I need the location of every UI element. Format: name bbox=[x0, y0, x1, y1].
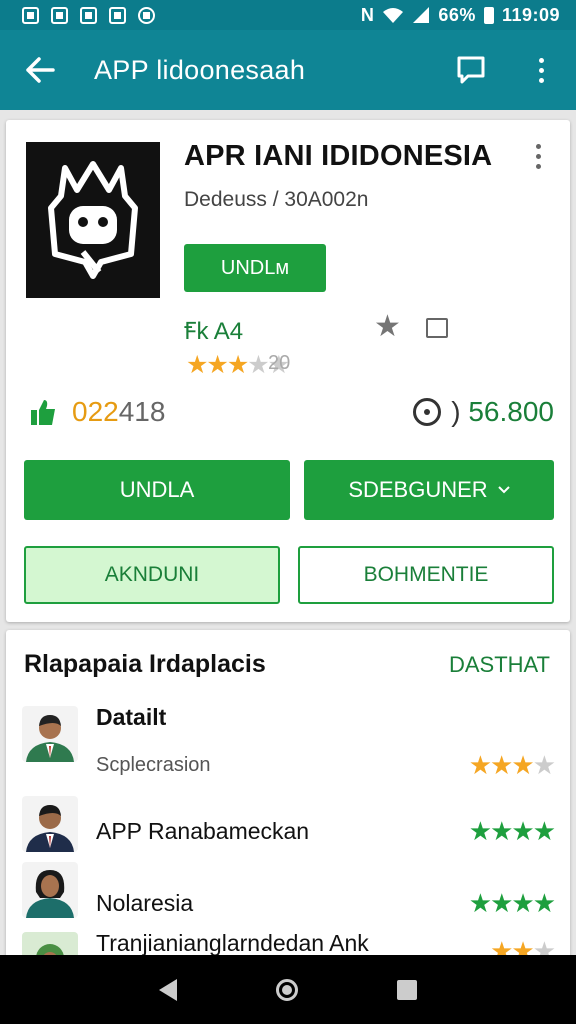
reviewer-name: Nolaresia bbox=[96, 890, 194, 916]
app-logo[interactable] bbox=[26, 142, 160, 298]
review-stars: ★★★★ bbox=[468, 816, 556, 846]
overflow-menu-button[interactable] bbox=[506, 30, 576, 110]
system-icons: N 66% 119:09 bbox=[361, 5, 560, 26]
review-stars: ★★★★ bbox=[468, 888, 556, 918]
more-vert-icon bbox=[538, 57, 544, 83]
back-triangle-icon[interactable] bbox=[159, 978, 178, 1001]
app-developer[interactable]: Dedeuss / 30A002n bbox=[184, 188, 368, 212]
bookmark-icon[interactable] bbox=[426, 318, 448, 338]
install-button-label: UNDLA bbox=[119, 477, 195, 502]
home-circle-icon[interactable] bbox=[275, 978, 298, 1001]
reviewer-name: Datailt bbox=[96, 704, 167, 730]
target-icon bbox=[413, 398, 442, 426]
robot-logo-icon bbox=[48, 161, 138, 279]
notification-icons bbox=[22, 6, 361, 24]
avatar bbox=[22, 862, 78, 918]
battery-icon bbox=[483, 6, 494, 24]
battery-percent: 66% bbox=[438, 4, 476, 25]
install-button[interactable]: UNDLA bbox=[24, 460, 290, 520]
section-title: Rlapapaia Irdaplacis bbox=[24, 650, 266, 678]
avatar bbox=[22, 796, 78, 852]
chat-icon bbox=[457, 56, 485, 84]
system-nav-bar bbox=[0, 955, 576, 1024]
price-stat: ) 56.800 bbox=[413, 396, 554, 428]
thumbs-up-icon bbox=[28, 397, 58, 427]
chat-button[interactable] bbox=[436, 30, 506, 110]
chart-icon bbox=[109, 6, 126, 24]
app-header-card: APR IANI IDIDONESIA Dedeuss / 30A002n UN… bbox=[6, 120, 570, 622]
clock: 119:09 bbox=[501, 4, 560, 25]
price-value: ) 56.800 bbox=[451, 396, 554, 427]
review-subtitle: Scplecrasion bbox=[96, 754, 211, 776]
content-rating: Ꞙk A4 bbox=[184, 318, 244, 345]
edit-icon bbox=[80, 6, 97, 24]
app-toolbar: APP lidoonesaah bbox=[0, 30, 576, 110]
install-small-button[interactable]: UNDLм bbox=[184, 244, 326, 292]
back-button[interactable] bbox=[0, 30, 80, 110]
notification-icon bbox=[138, 6, 155, 24]
downloads-stat: 022418 bbox=[28, 396, 165, 428]
reviewer-name: APP Ranabameckan bbox=[96, 818, 310, 844]
recents-square-icon[interactable] bbox=[396, 979, 417, 1000]
more-vert-icon bbox=[536, 144, 541, 169]
mail-icon bbox=[51, 6, 68, 24]
see-all-link[interactable]: DASTHAT bbox=[449, 652, 550, 678]
toolbar-title: APP lidoonesaah bbox=[94, 54, 306, 85]
secondary-right-button[interactable]: BOHMENTIE bbox=[298, 546, 554, 604]
dropdown-button-label: SDEBGUNER bbox=[348, 477, 488, 502]
star-icon[interactable]: ★ bbox=[374, 312, 401, 342]
secondary-left-button[interactable]: AKNDUNI bbox=[24, 546, 280, 604]
rating-count: 20 bbox=[268, 352, 291, 374]
reviews-card: Rlapapaia Irdaplacis DASTHAT Datailt Scp… bbox=[6, 630, 570, 988]
arrow-left-icon bbox=[26, 57, 55, 83]
wifi-icon bbox=[383, 8, 404, 23]
dropdown-button[interactable]: SDEBGUNER bbox=[304, 460, 554, 520]
avatar bbox=[22, 706, 78, 762]
downloads-count: 022418 bbox=[72, 396, 166, 427]
gallery-icon bbox=[22, 6, 39, 24]
app-name: APR IANI IDIDONESIA bbox=[184, 140, 493, 172]
app-more-button[interactable] bbox=[536, 144, 541, 169]
status-bar: N 66% 119:09 bbox=[0, 0, 576, 30]
chevron-down-icon bbox=[497, 486, 510, 494]
reviewer-name: Tranjianianglarndedan Ank bbox=[96, 930, 369, 956]
network-label: N bbox=[360, 4, 375, 25]
review-stars: ★★★★ bbox=[468, 750, 556, 780]
signal-icon bbox=[413, 7, 430, 23]
